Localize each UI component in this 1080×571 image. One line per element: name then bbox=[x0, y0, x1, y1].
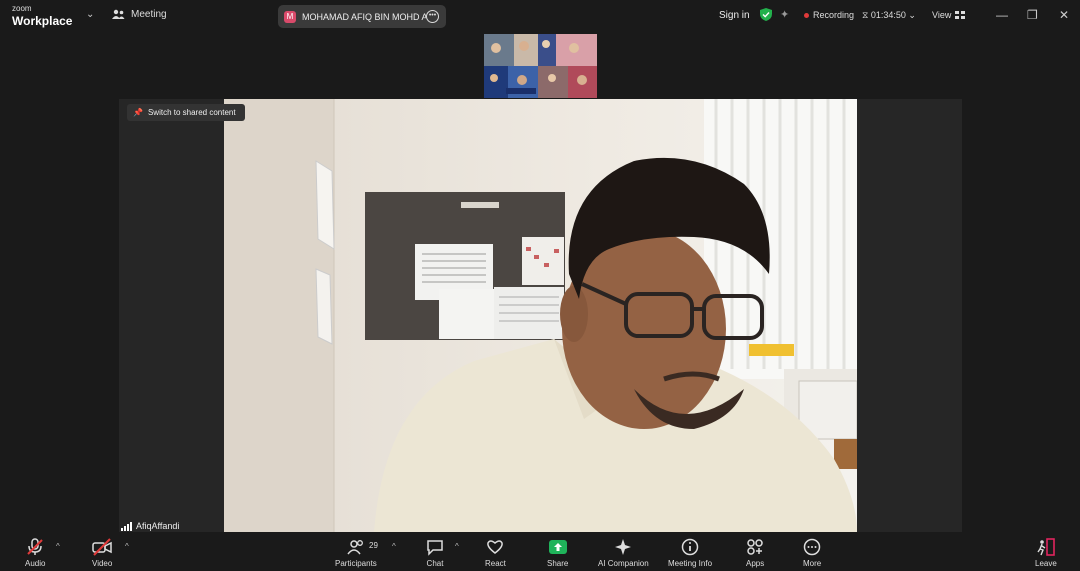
meeting-info-label: Meeting Info bbox=[668, 559, 713, 568]
more-icon bbox=[803, 538, 821, 556]
meeting-timer[interactable]: ⧖ 01:34:50 ⌄ bbox=[862, 10, 916, 21]
close-icon[interactable]: ✕ bbox=[1059, 8, 1069, 22]
chevron-down-icon[interactable]: ⌄ bbox=[86, 9, 94, 20]
grid-view-icon bbox=[955, 11, 966, 19]
recording-indicator[interactable]: Recording bbox=[804, 10, 854, 20]
switch-to-shared-content-button[interactable]: 📌 Switch to shared content bbox=[127, 104, 245, 121]
ai-sparkle-icon[interactable]: ✦ bbox=[780, 8, 789, 21]
apps-icon bbox=[747, 539, 763, 555]
info-icon bbox=[681, 538, 699, 556]
audio-label: Audio bbox=[25, 559, 46, 568]
presenter-name: MOHAMAD AFIQ BIN MOHD AF bbox=[302, 11, 426, 22]
meeting-menu-button[interactable]: Meeting bbox=[112, 9, 167, 20]
presenter-avatar: M bbox=[284, 10, 296, 23]
more-options-icon[interactable]: ••• bbox=[426, 10, 439, 23]
minimize-icon[interactable]: — bbox=[996, 8, 1008, 22]
sparkle-icon bbox=[615, 539, 632, 555]
switch-label: Switch to shared content bbox=[147, 108, 236, 117]
meeting-toolbar: Audio ^ Video ^ Participants ^ Chat ^ Re… bbox=[0, 532, 1080, 571]
share-screen-icon bbox=[548, 540, 567, 554]
app-logo: zoom Workplace bbox=[12, 5, 72, 29]
shared-content-thumbnail[interactable] bbox=[484, 34, 597, 98]
view-label: View bbox=[932, 10, 952, 20]
chat-label: Chat bbox=[426, 559, 444, 568]
apps-button[interactable]: Apps bbox=[746, 538, 764, 568]
brand-small: zoom bbox=[12, 4, 32, 13]
sign-in-link[interactable]: Sign in bbox=[719, 10, 750, 21]
react-label: React bbox=[485, 559, 506, 568]
leave-button[interactable]: Leave bbox=[1035, 538, 1057, 568]
people-icon bbox=[112, 9, 125, 19]
ai-companion-label: AI Companion bbox=[598, 559, 649, 568]
chat-icon bbox=[427, 540, 443, 556]
microphone-muted-icon bbox=[27, 538, 43, 555]
leave-door-icon bbox=[1037, 538, 1055, 556]
ai-companion-button[interactable]: AI Companion bbox=[598, 538, 649, 568]
heart-icon bbox=[487, 540, 504, 554]
chevron-down-icon: ⌄ bbox=[908, 10, 916, 20]
shield-check-icon[interactable] bbox=[760, 8, 772, 21]
audio-button[interactable]: Audio bbox=[25, 538, 45, 568]
participant-name-tag: AfiqAffandi bbox=[121, 521, 179, 531]
title-bar: zoom Workplace ⌄ Meeting M MOHAMAD AFIQ … bbox=[0, 0, 1080, 32]
brand-big: Workplace bbox=[12, 14, 73, 28]
react-button[interactable]: React bbox=[485, 538, 506, 568]
video-label: Video bbox=[92, 559, 113, 568]
participant-name: AfiqAffandi bbox=[136, 521, 180, 531]
leave-label: Leave bbox=[1035, 559, 1057, 568]
participants-count-badge: 29 bbox=[369, 541, 378, 550]
hourglass-icon: ⧖ bbox=[862, 10, 869, 20]
timer-text: 01:34:50 bbox=[870, 10, 906, 20]
chat-button[interactable]: Chat bbox=[426, 538, 444, 568]
recording-label: Recording bbox=[813, 10, 855, 20]
camera-off-icon bbox=[92, 538, 112, 556]
participant-video[interactable] bbox=[224, 99, 857, 532]
audio-options-caret-icon[interactable]: ^ bbox=[56, 542, 60, 551]
more-label: More bbox=[803, 559, 822, 568]
screen-share-presenter-pill[interactable]: M MOHAMAD AFIQ BIN MOHD AF ••• bbox=[278, 5, 446, 28]
meeting-info-button[interactable]: Meeting Info bbox=[668, 538, 712, 568]
video-options-caret-icon[interactable]: ^ bbox=[125, 542, 129, 551]
signal-bars-icon bbox=[121, 521, 133, 531]
pin-icon: 📌 bbox=[133, 108, 143, 117]
chat-options-caret-icon[interactable]: ^ bbox=[455, 542, 459, 551]
meeting-menu-label: Meeting bbox=[131, 9, 167, 20]
more-button[interactable]: More bbox=[803, 538, 821, 568]
video-button[interactable]: Video bbox=[92, 538, 112, 568]
participants-icon bbox=[347, 540, 363, 555]
restore-icon[interactable]: ❐ bbox=[1027, 8, 1038, 22]
apps-label: Apps bbox=[746, 559, 765, 568]
share-button[interactable]: Share bbox=[547, 538, 568, 568]
participants-label: Participants bbox=[335, 559, 377, 568]
recording-dot-icon bbox=[804, 12, 809, 18]
view-menu-button[interactable]: View bbox=[932, 10, 966, 20]
participants-options-caret-icon[interactable]: ^ bbox=[392, 542, 396, 551]
share-label: Share bbox=[547, 559, 569, 568]
